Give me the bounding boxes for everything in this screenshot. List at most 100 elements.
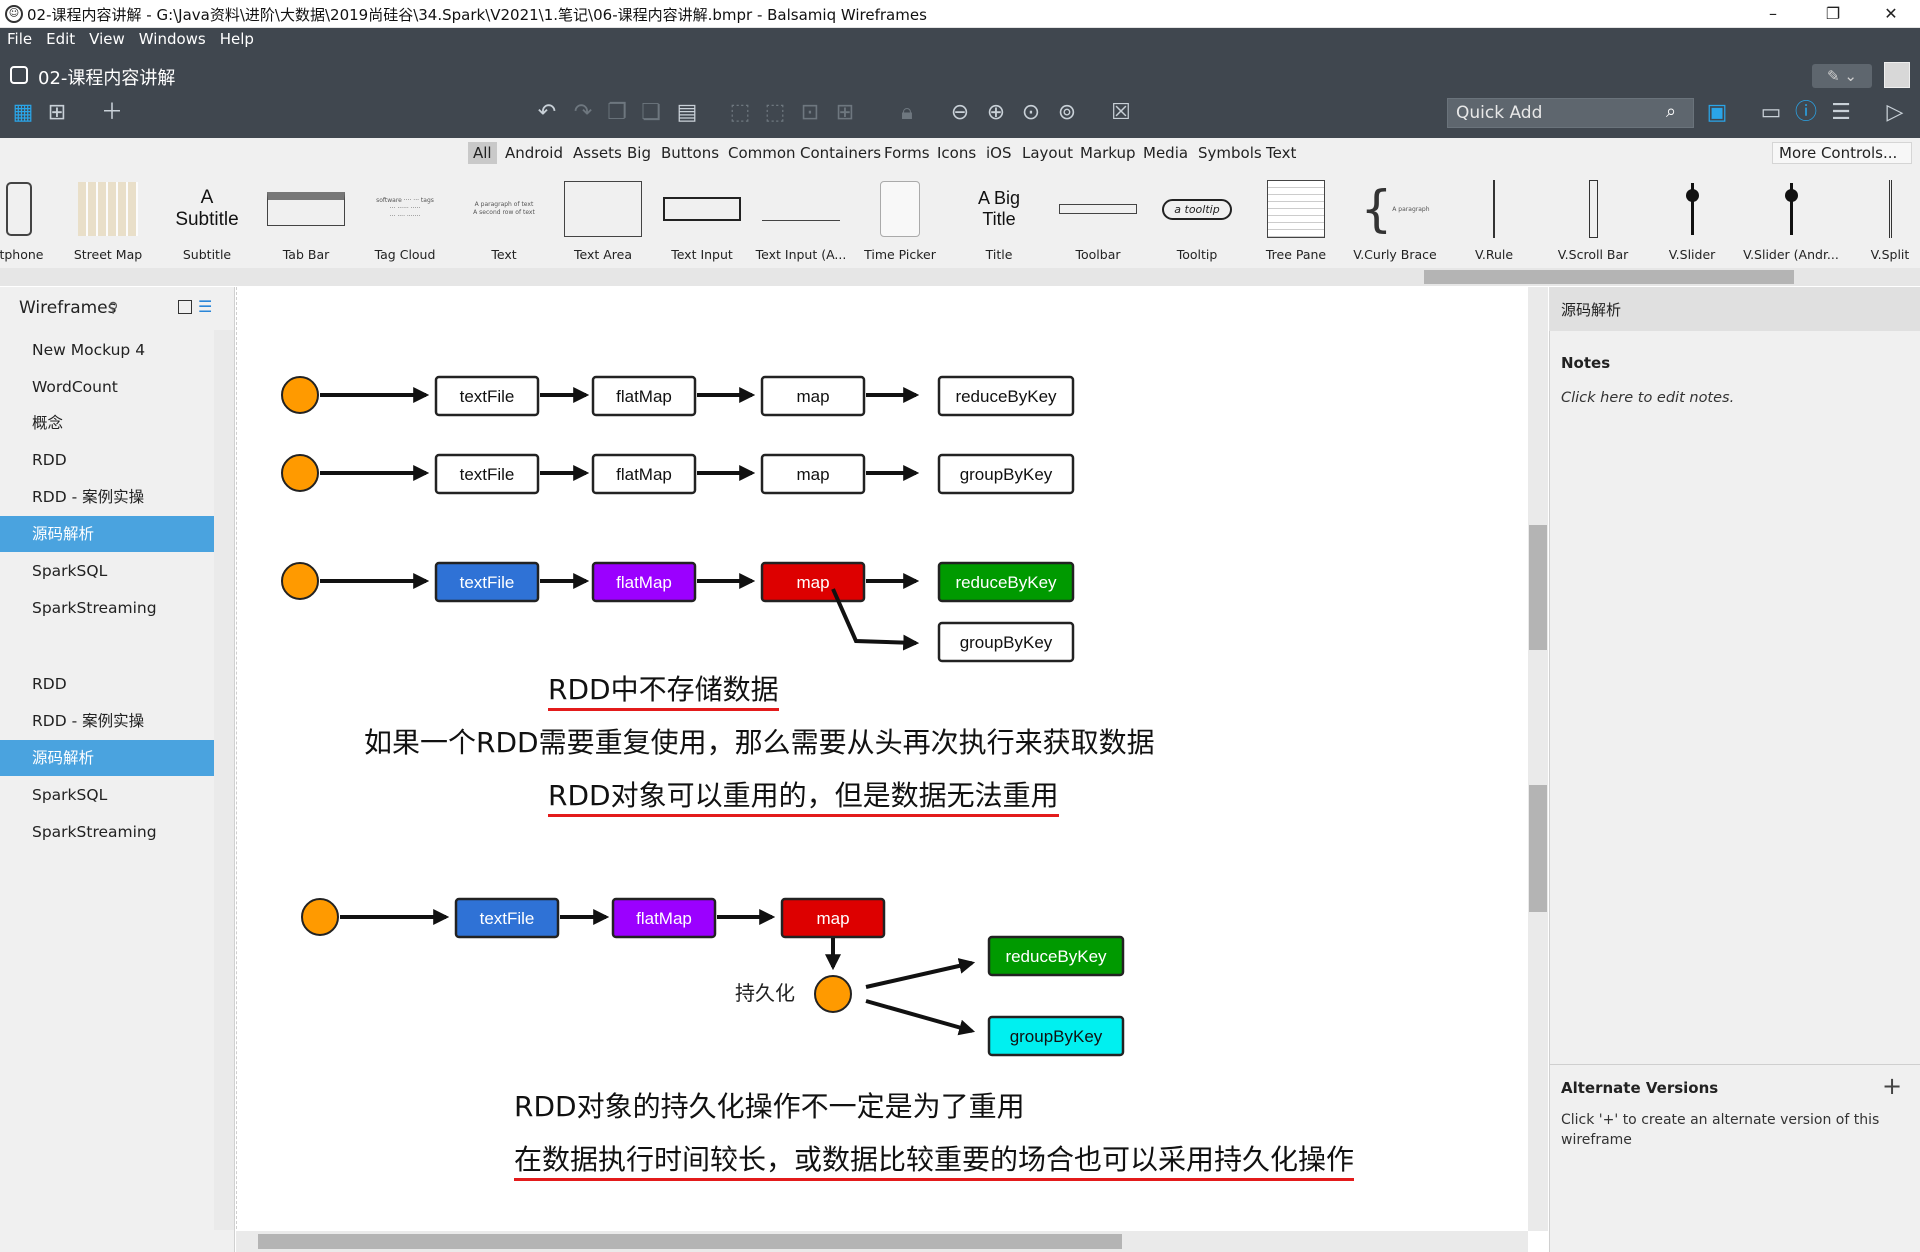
library-category-layout[interactable]: Layout	[1017, 142, 1078, 164]
library-item-v-slider[interactable]: V.Slider	[1643, 170, 1741, 270]
library-item-tooltip[interactable]: a tooltip Tooltip	[1148, 170, 1246, 270]
grid-view-icon[interactable]: ⊞	[42, 98, 72, 128]
menu-windows[interactable]: Windows	[132, 28, 213, 50]
sidebar-item-7[interactable]: SparkStreaming	[0, 590, 214, 626]
library-item-text[interactable]: A paragraph of text A second row of text T…	[455, 170, 553, 270]
library-category-ios[interactable]: iOS	[981, 142, 1017, 164]
library-item-tag-cloud[interactable]: software ···· ··· tags ··· ······ ····· ··…	[356, 170, 454, 270]
library-item-title[interactable]: A Big Title Title	[950, 170, 1048, 270]
thumbnail-view-icon[interactable]	[178, 300, 192, 314]
sidebar-item-11[interactable]: SparkSQL	[0, 777, 214, 813]
library-item-label: V.Slider (Andr...	[1743, 247, 1839, 262]
copy-icon[interactable]: ❐	[602, 98, 632, 128]
library-category-symbols[interactable]: Symbols	[1193, 142, 1267, 164]
library-category-icons[interactable]: Icons	[932, 142, 981, 164]
menu-file[interactable]: File	[0, 28, 39, 50]
library-item-subtitle[interactable]: A Subtitle Subtitle	[158, 170, 256, 270]
info-icon[interactable]: ⓘ	[1791, 98, 1821, 128]
align-icon[interactable]: ⊞	[830, 98, 860, 128]
clipboard-icon[interactable]: ▤	[672, 98, 702, 128]
sidebar-item-2[interactable]: 概念	[0, 405, 214, 441]
zoom-fit-icon[interactable]: ⊚	[1052, 98, 1082, 128]
library-category-big[interactable]: Big	[622, 142, 656, 164]
library-item-tree-pane[interactable]: Tree Pane	[1247, 170, 1345, 270]
minimize-button[interactable]: –	[1750, 2, 1796, 26]
sidebar-item-8[interactable]: RDD	[0, 666, 214, 702]
library-category-common[interactable]: Common	[723, 142, 801, 164]
zoom-in-icon[interactable]: ⊕	[981, 98, 1011, 128]
more-controls-button[interactable]: More Controls...	[1772, 142, 1912, 164]
library-category-assets[interactable]: Assets	[568, 142, 627, 164]
comments-icon[interactable]: ▭	[1756, 98, 1786, 128]
library-item-toolbar[interactable]: Toolbar	[1049, 170, 1147, 270]
library-item-text-input-android[interactable]: Text Input (A...	[752, 170, 850, 270]
canvas-hscroll-thumb[interactable]	[258, 1234, 1122, 1249]
library-scroll-thumb[interactable]	[1424, 270, 1794, 284]
library-category-text[interactable]: Text	[1261, 142, 1301, 164]
library-category-all[interactable]: All	[468, 142, 497, 164]
sidebar-item-0[interactable]: New Mockup 4	[0, 332, 214, 368]
text-thumbnail: A paragraph of text A second row of text	[473, 201, 535, 216]
add-alternate-version-button[interactable]: +	[1882, 1072, 1902, 1100]
sidebar-item-3[interactable]: RDD	[0, 442, 214, 478]
user-avatar-icon[interactable]	[1884, 62, 1910, 88]
lock-icon[interactable]: 🔒︎	[892, 98, 922, 128]
library-item-smartphone[interactable]: martphone	[0, 170, 58, 270]
notes-editor[interactable]: Click here to edit notes.	[1561, 390, 1734, 406]
ungroup-icon[interactable]: ⬚	[760, 98, 790, 128]
library-category-android[interactable]: Android	[500, 142, 568, 164]
canvas-vertical-scrollbar[interactable]	[1528, 287, 1548, 1231]
undo-icon[interactable]: ↶	[532, 98, 562, 128]
sidebar-item-5[interactable]: 源码解析	[0, 516, 214, 552]
library-item-v-rule[interactable]: V.Rule	[1445, 170, 1543, 270]
menu-view[interactable]: View	[82, 28, 132, 50]
redo-icon[interactable]: ↷	[568, 98, 598, 128]
library-category-forms[interactable]: Forms	[879, 142, 935, 164]
sidebar-item-6[interactable]: SparkSQL	[0, 553, 214, 589]
close-button[interactable]: ✕	[1868, 2, 1914, 26]
ui-library-icon[interactable]: ▣	[1702, 98, 1732, 128]
library-item-v-slider-android[interactable]: V.Slider (Andr...	[1742, 170, 1840, 270]
sidebar-item-10[interactable]: 源码解析	[0, 740, 214, 776]
row2-flatmap-label: flatMap	[616, 465, 672, 484]
presentation-icon[interactable]: ▷	[1880, 98, 1910, 128]
sidebar-item-1[interactable]: WordCount	[0, 369, 214, 405]
library-item-text-input[interactable]: Text Input	[653, 170, 751, 270]
library-category-buttons[interactable]: Buttons	[656, 142, 724, 164]
library-category-containers[interactable]: Containers	[795, 142, 886, 164]
library-item-v-split[interactable]: V.Split	[1841, 170, 1920, 270]
sidebar-item-12[interactable]: SparkStreaming	[0, 814, 214, 850]
library-item-tab-bar[interactable]: Tab Bar	[257, 170, 355, 270]
library-item-text-area[interactable]: Text Area	[554, 170, 652, 270]
wireframes-options-icon[interactable]: ⚲	[108, 300, 118, 316]
library-item-street-map[interactable]: Street Map	[59, 170, 157, 270]
row1-reducebykey-label: reduceByKey	[955, 387, 1057, 406]
sidebar-item-4[interactable]: RDD - 案例实操	[0, 479, 214, 515]
notes-panel-icon[interactable]: ☰	[1826, 98, 1856, 128]
library-item-time-picker[interactable]: Time Picker	[851, 170, 949, 270]
group-icon[interactable]: ⬚	[725, 98, 755, 128]
menu-help[interactable]: Help	[213, 28, 261, 50]
list-view-icon[interactable]: ☰	[198, 297, 212, 316]
delete-icon[interactable]: ☒	[1106, 98, 1136, 128]
quick-add-input[interactable]: Quick Add	[1447, 98, 1694, 128]
library-category-media[interactable]: Media	[1138, 142, 1193, 164]
library-item-v-curly-brace[interactable]: {A paragraph V.Curly Brace	[1346, 170, 1444, 270]
sidebar-scrollbar[interactable]	[214, 330, 234, 1230]
library-category-markup[interactable]: Markup	[1075, 142, 1141, 164]
canvas-vscroll-thumb-2[interactable]	[1529, 785, 1547, 912]
search-icon[interactable]: ⌕	[1666, 101, 1690, 125]
add-mockup-icon[interactable]: ＋	[97, 98, 127, 128]
library-item-v-scroll-bar[interactable]: V.Scroll Bar	[1544, 170, 1642, 270]
single-view-icon[interactable]: ▦	[8, 98, 38, 128]
zoom-actual-icon[interactable]: ⊙	[1016, 98, 1046, 128]
restore-button[interactable]: ❐	[1810, 2, 1856, 26]
canvas-vscroll-thumb[interactable]	[1529, 525, 1547, 650]
menu-edit[interactable]: Edit	[39, 28, 82, 50]
bring-front-icon[interactable]: ⊡	[795, 98, 825, 128]
duplicate-icon[interactable]: ❏	[636, 98, 666, 128]
library-item-label: martphone	[0, 247, 44, 262]
edit-mode-button[interactable]: ✎ ⌄	[1812, 64, 1872, 88]
zoom-out-icon[interactable]: ⊖	[945, 98, 975, 128]
sidebar-item-9[interactable]: RDD - 案例实操	[0, 703, 214, 739]
